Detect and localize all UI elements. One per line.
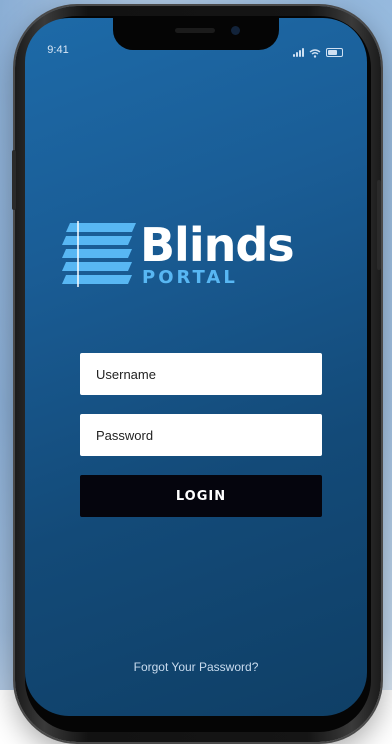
username-input[interactable]: [80, 353, 322, 395]
brand-subtitle: PORTAL: [142, 267, 238, 288]
login-button[interactable]: LOGIN: [80, 475, 322, 517]
app-screen: 9:41 Blinds PORTAL LOGIN Forgot Your Pas…: [25, 18, 367, 716]
side-button-right: [377, 180, 381, 270]
status-time: 9:41: [47, 44, 69, 56]
forgot-password-link[interactable]: Forgot Your Password?: [25, 660, 367, 674]
speaker: [175, 28, 215, 33]
notch: [113, 18, 279, 50]
front-camera: [231, 26, 240, 35]
blinds-logo-icon: [62, 221, 136, 287]
status-icons: [293, 43, 343, 62]
signal-icon: [293, 48, 304, 57]
battery-icon: [326, 48, 343, 57]
brand-name: Blinds: [140, 218, 295, 272]
password-input[interactable]: [80, 414, 322, 456]
side-button-left: [12, 150, 16, 210]
blinds-portal-logo: Blinds PORTAL: [62, 218, 307, 293]
wifi-icon: [309, 43, 321, 62]
